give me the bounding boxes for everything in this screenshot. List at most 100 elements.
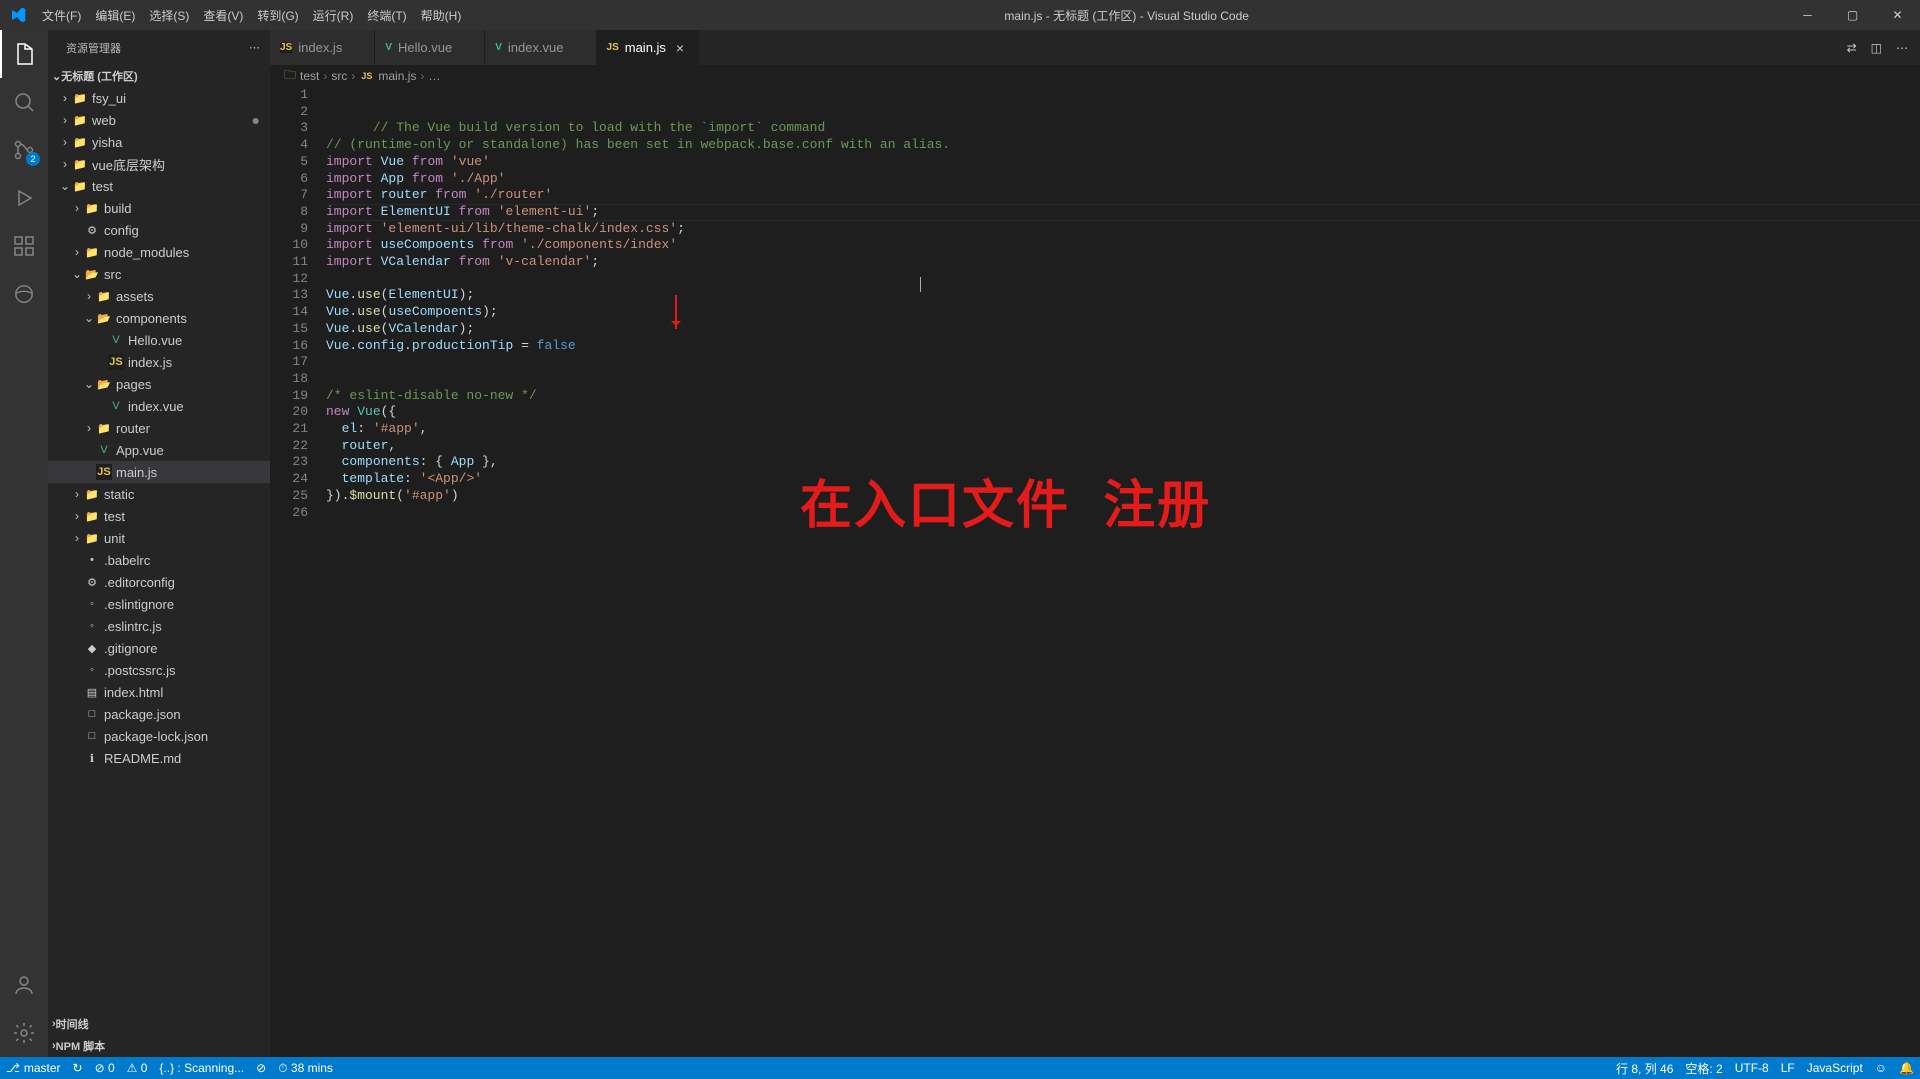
close-tab-icon[interactable]: ×: [672, 40, 688, 56]
code-editor[interactable]: 1234567891011121314151617181920212223242…: [270, 87, 1920, 1057]
chevron-icon: ⌄: [82, 377, 96, 391]
tree-item-label: package.json: [104, 707, 181, 722]
sidebar-more-icon[interactable]: ⋯: [249, 41, 260, 54]
notifications-icon[interactable]: 🔔: [1893, 1057, 1920, 1079]
tree-item[interactable]: ℹREADME.md: [48, 747, 270, 769]
settings-gear-icon[interactable]: [0, 1009, 48, 1057]
branch-status[interactable]: ⎇ master: [0, 1057, 67, 1079]
menu-selection[interactable]: 选择(S): [142, 7, 196, 24]
tree-item[interactable]: ◦.eslintignore: [48, 593, 270, 615]
accounts-icon[interactable]: [0, 961, 48, 1009]
file-icon: 📁: [96, 420, 112, 436]
extensions-icon[interactable]: [0, 222, 48, 270]
tree-item[interactable]: ⚙config: [48, 219, 270, 241]
tree-item[interactable]: ⌄📂pages: [48, 373, 270, 395]
tree-item[interactable]: ›📁unit: [48, 527, 270, 549]
chevron-icon: ›: [70, 201, 84, 215]
code-content[interactable]: // The Vue build version to load with th…: [326, 87, 1920, 1057]
menu-terminal[interactable]: 终端(T): [360, 7, 413, 24]
close-button[interactable]: ✕: [1875, 0, 1920, 30]
tree-item[interactable]: □package.json: [48, 703, 270, 725]
live-server-status[interactable]: ⊘: [250, 1057, 272, 1079]
sync-status[interactable]: ↻: [67, 1057, 89, 1079]
source-control-icon[interactable]: 2: [0, 126, 48, 174]
tree-item[interactable]: ›📁yisha: [48, 131, 270, 153]
tree-item[interactable]: ◦ .postcssrc.js: [48, 659, 270, 681]
editor-tab[interactable]: JSindex.js×: [270, 30, 375, 65]
timeline-section[interactable]: ›时间线: [48, 1013, 270, 1035]
tree-item-label: package-lock.json: [104, 729, 208, 744]
tree-item[interactable]: ›📁node_modules: [48, 241, 270, 263]
tab-label: index.js: [298, 40, 342, 55]
language-mode[interactable]: JavaScript: [1801, 1057, 1869, 1079]
tree-item-label: router: [116, 421, 150, 436]
tree-item-label: web: [92, 113, 116, 128]
tree-item[interactable]: □package-lock.json: [48, 725, 270, 747]
errors-status[interactable]: ⊘ 0: [89, 1057, 121, 1079]
tree-item[interactable]: JSindex.js: [48, 351, 270, 373]
eol-status[interactable]: LF: [1775, 1057, 1801, 1079]
tree-item[interactable]: ›📁 router: [48, 417, 270, 439]
tree-item[interactable]: ⚙.editorconfig: [48, 571, 270, 593]
tree-item-label: test: [92, 179, 113, 194]
menu-go[interactable]: 转到(G): [250, 7, 305, 24]
more-actions-icon[interactable]: ⋯: [1896, 41, 1908, 55]
menu-run[interactable]: 运行(R): [306, 7, 361, 24]
edge-tools-icon[interactable]: [0, 270, 48, 318]
tree-item-label: .postcssrc.js: [104, 663, 176, 678]
tree-item[interactable]: ›📁test: [48, 505, 270, 527]
tree-item[interactable]: ›📁fsy_ui: [48, 87, 270, 109]
tree-item[interactable]: ⌄📂src: [48, 263, 270, 285]
tree-item[interactable]: VHello.vue: [48, 329, 270, 351]
compare-changes-icon[interactable]: ⇄: [1847, 41, 1857, 55]
breadcrumb-item[interactable]: src: [331, 69, 347, 83]
search-icon[interactable]: [0, 78, 48, 126]
menu-file[interactable]: 文件(F): [35, 7, 88, 24]
editor-tab[interactable]: Vindex.vue×: [485, 30, 596, 65]
minimize-button[interactable]: ─: [1785, 0, 1830, 30]
activity-bar: 2: [0, 30, 48, 1057]
tree-item[interactable]: ›📁build: [48, 197, 270, 219]
tree-item[interactable]: ▤index.html: [48, 681, 270, 703]
tree-item-label: App.vue: [116, 443, 164, 458]
chevron-icon: ›: [82, 421, 96, 435]
workspace-section[interactable]: ⌄ 无标题 (工作区): [48, 65, 270, 87]
split-editor-icon[interactable]: ◫: [1871, 41, 1882, 55]
menu-edit[interactable]: 编辑(E): [88, 7, 142, 24]
indentation-status[interactable]: 空格: 2: [1679, 1057, 1728, 1079]
tree-item[interactable]: ⌄📂components: [48, 307, 270, 329]
editor-tab[interactable]: VHello.vue×: [375, 30, 485, 65]
breadcrumb-item[interactable]: …: [428, 69, 440, 83]
tree-item[interactable]: VApp.vue: [48, 439, 270, 461]
tree-item[interactable]: JSmain.js: [48, 461, 270, 483]
menu-help[interactable]: 帮助(H): [414, 7, 469, 24]
npm-scripts-section[interactable]: ›NPM 脚本: [48, 1035, 270, 1057]
menu-view[interactable]: 查看(V): [196, 7, 250, 24]
tree-item[interactable]: Vindex.vue: [48, 395, 270, 417]
cursor-position[interactable]: 行 8, 列 46: [1610, 1057, 1679, 1079]
breadcrumb-item[interactable]: main.js: [378, 69, 416, 83]
tree-item[interactable]: ◆.gitignore: [48, 637, 270, 659]
tree-item-label: assets: [116, 289, 154, 304]
tree-item[interactable]: ›📁assets: [48, 285, 270, 307]
tab-file-icon: V: [385, 42, 392, 53]
run-debug-icon[interactable]: [0, 174, 48, 222]
tree-item[interactable]: ⌄📁test: [48, 175, 270, 197]
tree-item[interactable]: ›📁web●: [48, 109, 270, 131]
editor-tab[interactable]: JSmain.js×: [597, 30, 699, 65]
time-status[interactable]: ⏱ 38 mins: [272, 1057, 339, 1079]
maximize-button[interactable]: ▢: [1830, 0, 1875, 30]
tree-item[interactable]: ◦.eslintrc.js: [48, 615, 270, 637]
warnings-status[interactable]: ⚠ 0: [121, 1057, 154, 1079]
feedback-icon[interactable]: ☺: [1869, 1057, 1893, 1079]
tree-item[interactable]: ›📁static: [48, 483, 270, 505]
file-icon: 📁: [84, 486, 100, 502]
breadcrumb[interactable]: 🗀 test› src› JS main.js› …: [270, 65, 1920, 87]
tree-item[interactable]: ›📁vue底层架构: [48, 153, 270, 175]
file-icon: ◦: [84, 662, 100, 678]
breadcrumb-item[interactable]: test: [300, 69, 319, 83]
scanning-status[interactable]: {..} : Scanning...: [153, 1057, 250, 1079]
tree-item[interactable]: •.babelrc: [48, 549, 270, 571]
encoding-status[interactable]: UTF-8: [1729, 1057, 1775, 1079]
explorer-icon[interactable]: [0, 30, 48, 78]
